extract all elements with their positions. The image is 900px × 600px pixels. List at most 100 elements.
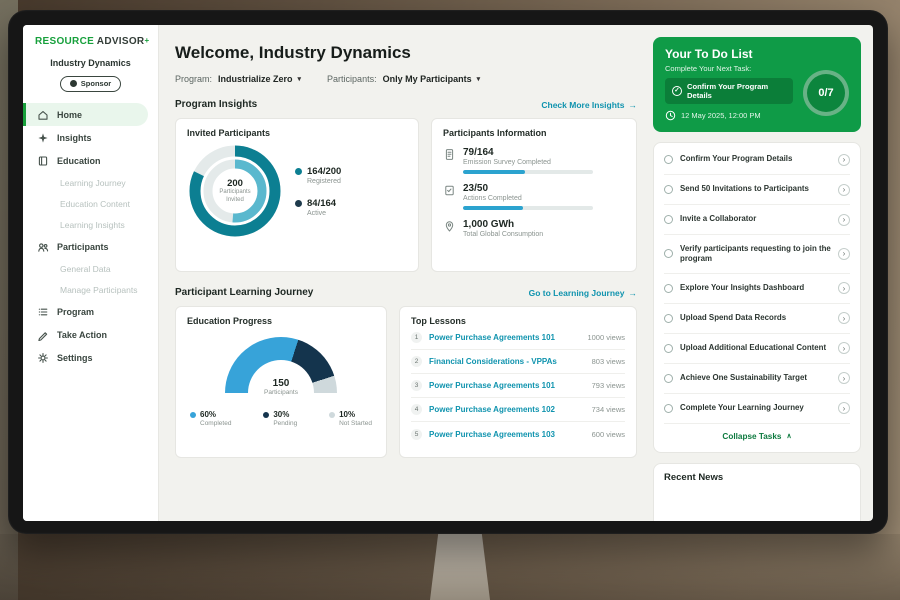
next-task-pill[interactable]: ✓ Confirm Your Program Details xyxy=(665,78,793,104)
todo-task[interactable]: Verify participants requesting to join t… xyxy=(664,235,850,274)
lesson-rank: 5 xyxy=(411,429,422,440)
todo-task[interactable]: Complete Your Learning Journey › xyxy=(664,394,850,424)
sidebar-item-general-data[interactable]: General Data xyxy=(23,258,158,279)
survey-progress-fill xyxy=(463,170,525,174)
sponsor-icon xyxy=(70,80,77,87)
lesson-row[interactable]: 2 Financial Considerations - VPPAs 803 v… xyxy=(411,350,625,374)
todo-task[interactable]: Confirm Your Program Details › xyxy=(664,145,850,175)
lesson-row[interactable]: 3 Power Purchase Agreements 101 793 view… xyxy=(411,374,625,398)
lesson-link[interactable]: Power Purchase Agreements 101 xyxy=(429,381,585,390)
task-chevron-icon[interactable]: › xyxy=(838,402,850,414)
legend-active: 84/164 Active xyxy=(295,198,341,217)
sidebar-subitem-label: Manage Participants xyxy=(60,285,138,295)
program-filter-select[interactable]: Industrialize Zero ▾ xyxy=(218,74,301,84)
sidebar-item-label: Education xyxy=(57,156,101,166)
logo-secondary: ADVISOR xyxy=(97,36,145,47)
app-logo: RESOURCE ADVISOR+ xyxy=(23,36,158,47)
registered-dot xyxy=(295,168,302,175)
chevron-up-icon: ∧ xyxy=(786,432,791,440)
task-chevron-icon[interactable]: › xyxy=(838,214,850,226)
sidebar-item-education-content[interactable]: Education Content xyxy=(23,193,158,214)
lesson-rank: 2 xyxy=(411,356,422,367)
top-lessons-title: Top Lessons xyxy=(411,316,625,326)
education-gauge-chart: 150 Participants xyxy=(225,337,337,393)
sidebar-item-learning-insights[interactable]: Learning Insights xyxy=(23,214,158,235)
lesson-row[interactable]: 1 Power Purchase Agreements 101 1000 vie… xyxy=(411,326,625,350)
todo-task[interactable]: Send 50 Invitations to Participants › xyxy=(664,175,850,205)
gear-icon xyxy=(37,352,49,364)
lesson-link[interactable]: Financial Considerations - VPPAs xyxy=(429,357,585,366)
todo-task[interactable]: Upload Additional Educational Content › xyxy=(664,334,850,364)
task-checkbox[interactable] xyxy=(664,314,673,323)
todo-due-text: 12 May 2025, 12:00 PM xyxy=(681,111,761,120)
task-label: Explore Your Insights Dashboard xyxy=(680,283,831,293)
legend-completed: 60% Completed xyxy=(190,410,231,427)
todo-task[interactable]: Upload Spend Data Records › xyxy=(664,304,850,334)
participants-filter-value: Only My Participants xyxy=(383,74,472,84)
task-chevron-icon[interactable]: › xyxy=(838,154,850,166)
lesson-link[interactable]: Power Purchase Agreements 101 xyxy=(429,333,580,342)
task-checkbox[interactable] xyxy=(664,284,673,293)
check-more-insights-link[interactable]: Check More Insights → xyxy=(541,100,637,110)
lesson-row[interactable]: 4 Power Purchase Agreements 102 734 view… xyxy=(411,398,625,422)
logo-primary: RESOURCE xyxy=(35,36,94,47)
task-checkbox[interactable] xyxy=(664,404,673,413)
lesson-link[interactable]: Power Purchase Agreements 102 xyxy=(429,405,585,414)
gauge-legend-dot xyxy=(190,412,196,418)
task-label: Confirm Your Program Details xyxy=(680,154,831,164)
program-filter-value: Industrialize Zero xyxy=(218,74,293,84)
actions-progress-bar xyxy=(463,206,593,210)
arrow-right-icon: → xyxy=(629,100,638,110)
task-chevron-icon[interactable]: › xyxy=(838,282,850,294)
collapse-tasks-label: Collapse Tasks xyxy=(722,432,781,441)
notstarted-label: Not Started xyxy=(339,420,372,427)
task-chevron-icon[interactable]: › xyxy=(838,184,850,196)
todo-task[interactable]: Explore Your Insights Dashboard › xyxy=(664,274,850,304)
sponsor-badge[interactable]: Sponsor xyxy=(60,76,121,92)
todo-title: Your To Do List xyxy=(665,47,849,61)
task-label: Upload Additional Educational Content xyxy=(680,343,831,353)
task-chevron-icon[interactable]: › xyxy=(838,312,850,324)
task-chevron-icon[interactable]: › xyxy=(838,248,850,260)
actions-value: 23/50 xyxy=(463,183,593,194)
sidebar-item-manage-participants[interactable]: Manage Participants xyxy=(23,279,158,300)
go-to-learning-journey-link[interactable]: Go to Learning Journey → xyxy=(529,288,637,298)
gauge-legend-dot xyxy=(263,412,269,418)
sidebar-item-learning-journey[interactable]: Learning Journey xyxy=(23,172,158,193)
sidebar-item-insights[interactable]: Insights xyxy=(23,126,148,149)
task-checkbox[interactable] xyxy=(664,344,673,353)
lesson-views: 734 views xyxy=(592,405,625,414)
task-checkbox[interactable] xyxy=(664,155,673,164)
sidebar-subitem-label: Learning Journey xyxy=(60,178,126,188)
sidebar-item-settings[interactable]: Settings xyxy=(23,346,148,369)
task-chevron-icon[interactable]: › xyxy=(838,372,850,384)
education-progress-title: Education Progress xyxy=(187,316,375,326)
todo-task[interactable]: Achieve One Sustainability Target › xyxy=(664,364,850,394)
task-checkbox[interactable] xyxy=(664,215,673,224)
sidebar-item-label: Home xyxy=(57,110,82,120)
task-checkbox[interactable] xyxy=(664,374,673,383)
collapse-tasks-link[interactable]: Collapse Tasks ∧ xyxy=(664,424,850,450)
lesson-views: 600 views xyxy=(592,430,625,439)
survey-icon xyxy=(443,147,456,174)
check-icon: ✓ xyxy=(672,86,682,96)
sidebar-item-program[interactable]: Program xyxy=(23,300,148,323)
task-checkbox[interactable] xyxy=(664,249,673,258)
participants-filter-select[interactable]: Only My Participants ▾ xyxy=(383,74,481,84)
stat-consumption: 1,000 GWh Total Global Consumption xyxy=(443,219,625,238)
sidebar-item-label: Participants xyxy=(57,242,109,252)
lesson-row[interactable]: 5 Power Purchase Agreements 103 600 view… xyxy=(411,422,625,446)
task-checkbox[interactable] xyxy=(664,185,673,194)
lesson-link[interactable]: Power Purchase Agreements 103 xyxy=(429,430,585,439)
next-task-label: Confirm Your Program Details xyxy=(687,82,786,100)
monitor-bezel: RESOURCE ADVISOR+ Industry Dynamics Spon… xyxy=(8,10,888,534)
task-label: Achieve One Sustainability Target xyxy=(680,373,831,383)
task-chevron-icon[interactable]: › xyxy=(838,342,850,354)
invited-donut-chart: 200 Participants Invited xyxy=(187,143,283,239)
todo-panel: Your To Do List Complete Your Next Task:… xyxy=(651,25,873,521)
todo-task[interactable]: Invite a Collaborator › xyxy=(664,205,850,235)
sidebar-item-education[interactable]: Education xyxy=(23,149,148,172)
sidebar-item-take-action[interactable]: Take Action xyxy=(23,323,148,346)
sidebar-item-home[interactable]: Home xyxy=(23,103,148,126)
sidebar-item-participants[interactable]: Participants xyxy=(23,235,148,258)
